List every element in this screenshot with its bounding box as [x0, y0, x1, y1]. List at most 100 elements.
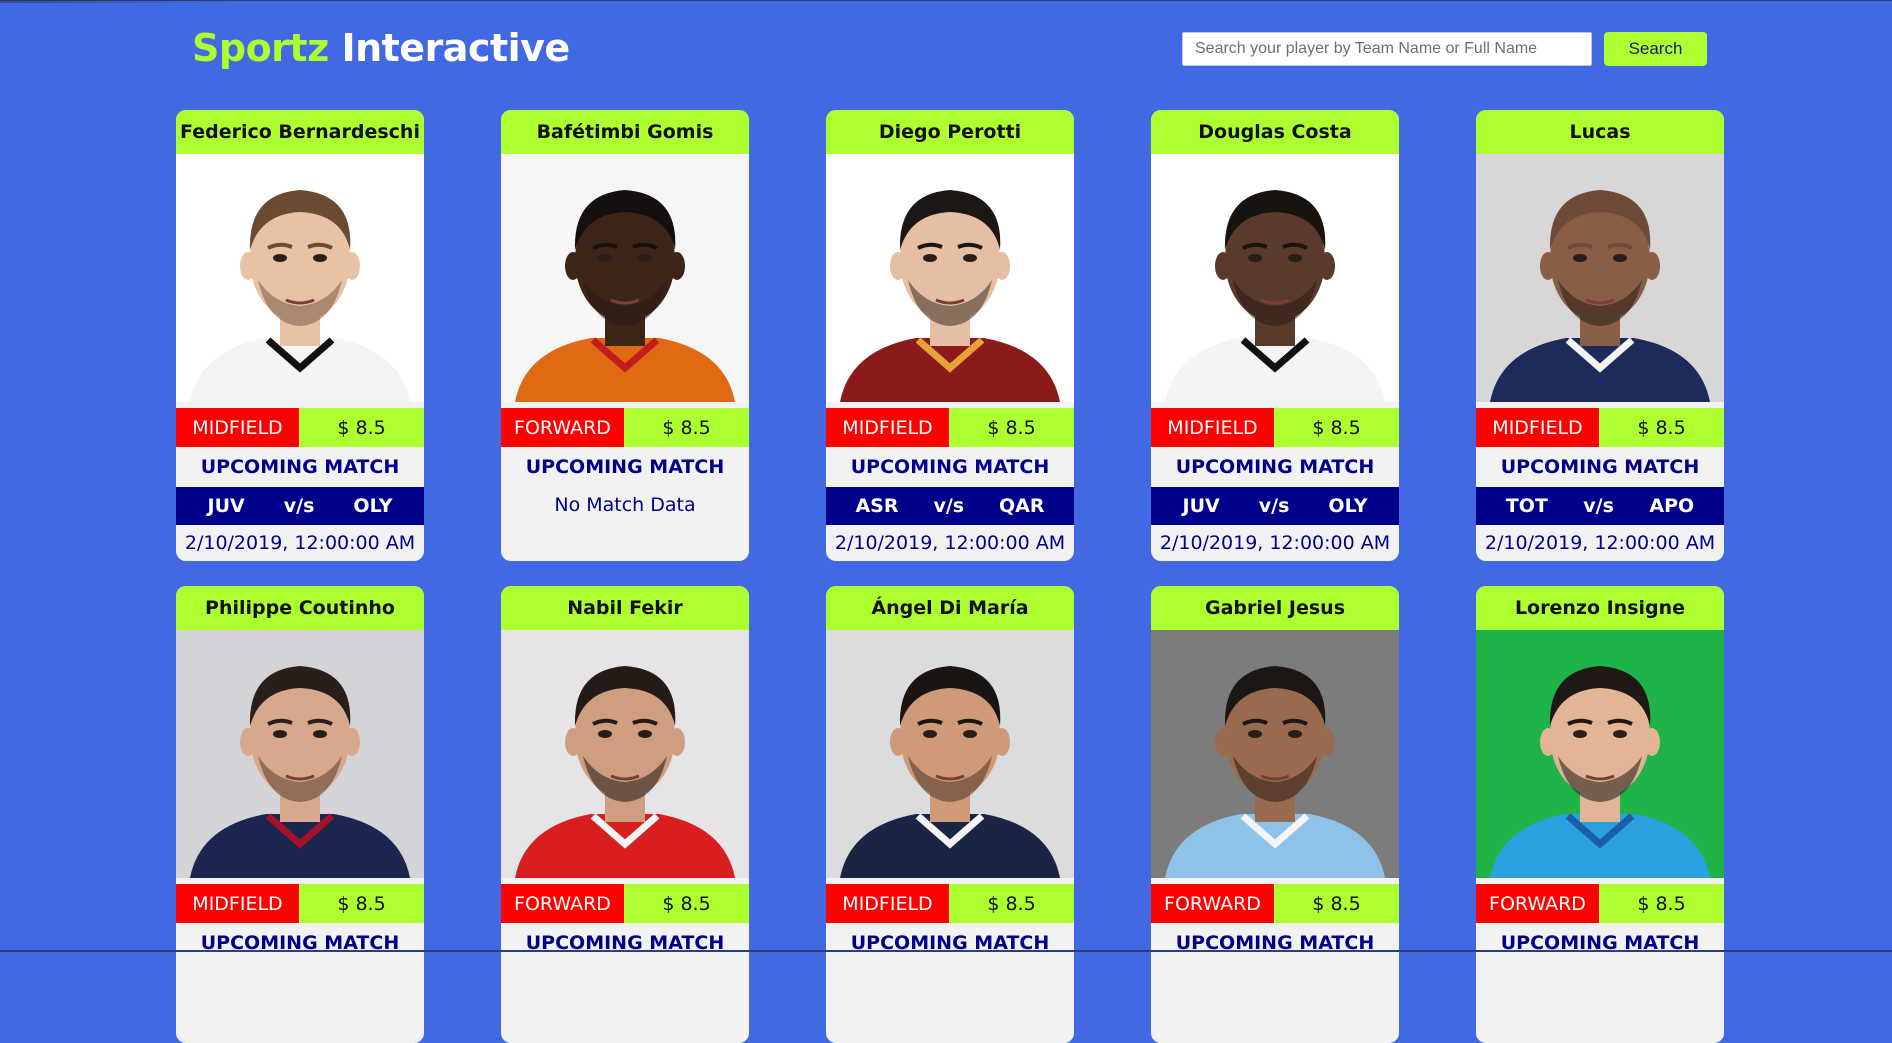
portrait-right-eye — [1288, 730, 1302, 738]
search-input[interactable] — [1182, 32, 1592, 66]
page-header: Sportz Interactive Search — [0, 0, 1892, 100]
price-badge: $ 8.5 — [1599, 884, 1724, 923]
position-badge: FORWARD — [501, 408, 624, 447]
player-photo — [176, 154, 424, 402]
card-bottom-spacer — [501, 963, 749, 1043]
player-stats-row: MIDFIELD $ 8.5 — [1151, 408, 1399, 447]
position-badge: MIDFIELD — [176, 884, 299, 923]
portrait-left-eye — [923, 730, 937, 738]
upcoming-match-label: UPCOMING MATCH — [1500, 932, 1700, 954]
price-badge: $ 8.5 — [624, 884, 749, 923]
upcoming-match-label: UPCOMING MATCH — [850, 456, 1050, 478]
vs-label: v/s — [283, 495, 315, 517]
portrait-left-eye — [1573, 254, 1587, 262]
card-bottom-spacer — [176, 963, 424, 1043]
player-stats-row: FORWARD $ 8.5 — [501, 884, 749, 923]
away-team: OLY — [1328, 495, 1368, 517]
portrait-left-eye — [1573, 730, 1587, 738]
vs-label: v/s — [933, 495, 965, 517]
upcoming-match-label: UPCOMING MATCH — [525, 932, 725, 954]
position-badge: FORWARD — [1151, 884, 1274, 923]
player-name: Lucas — [1476, 110, 1724, 154]
portrait-right-eye — [313, 730, 327, 738]
portrait-left-eye — [598, 730, 612, 738]
vs-label: v/s — [1258, 495, 1290, 517]
away-team: APO — [1649, 495, 1695, 517]
player-stats-row: MIDFIELD $ 8.5 — [1476, 408, 1724, 447]
player-stats-row: MIDFIELD $ 8.5 — [176, 884, 424, 923]
home-team: JUV — [1182, 495, 1220, 517]
player-portrait — [1490, 190, 1710, 402]
player-photo — [501, 630, 749, 878]
player-portrait — [840, 666, 1060, 878]
match-teams-bar: JUV v/s OLY — [1151, 487, 1399, 525]
match-date: 2/10/2019, 12:00:00 AM — [834, 532, 1066, 554]
match-date: 2/10/2019, 12:00:00 AM — [1159, 532, 1391, 554]
position-badge: FORWARD — [1476, 884, 1599, 923]
player-card[interactable]: Douglas Costa MIDFIELD $ 8.5 UPCOMING MATCH… — [1151, 110, 1399, 561]
player-card[interactable]: Federico Bernardeschi MIDFIELD $ 8.5 UPCOMI… — [176, 110, 424, 561]
brand-logo-part1: Sportz — [192, 26, 329, 70]
upcoming-match-label: UPCOMING MATCH — [525, 456, 725, 478]
player-card[interactable]: Gabriel Jesus FORWARD $ 8.5 UPCOMING MATCH — [1151, 586, 1399, 1043]
vs-label: v/s — [1583, 495, 1614, 517]
match-date: 2/10/2019, 12:00:00 AM — [184, 532, 416, 554]
portrait-right-eye — [638, 254, 652, 262]
price-badge: $ 8.5 — [299, 884, 424, 923]
player-portrait — [1165, 190, 1385, 402]
portrait-right-eye — [638, 730, 652, 738]
portrait-left-eye — [273, 254, 287, 262]
price-badge: $ 8.5 — [1274, 884, 1399, 923]
player-photo — [826, 154, 1074, 402]
player-name: Lorenzo Insigne — [1476, 586, 1724, 630]
player-card[interactable]: Philippe Coutinho MIDFIELD $ 8.5 UPCOMING M… — [176, 586, 424, 1043]
portrait-left-eye — [1248, 730, 1262, 738]
player-name: Gabriel Jesus — [1151, 586, 1399, 630]
player-photo — [1151, 154, 1399, 402]
no-match-text: No Match Data — [554, 494, 696, 516]
player-portrait — [840, 190, 1060, 402]
card-bottom-spacer — [1151, 963, 1399, 1043]
player-card[interactable]: Lorenzo Insigne FORWARD $ 8.5 UPCOMING MATC… — [1476, 586, 1724, 1043]
position-badge: MIDFIELD — [1151, 408, 1274, 447]
player-card[interactable]: Diego Perotti MIDFIELD $ 8.5 UPCOMING MATCH… — [826, 110, 1074, 561]
player-portrait — [1165, 666, 1385, 878]
card-bottom-spacer — [1476, 963, 1724, 1043]
player-stats-row: FORWARD $ 8.5 — [501, 408, 749, 447]
home-team: ASR — [855, 495, 899, 517]
home-team: JUV — [207, 495, 245, 517]
player-portrait — [190, 666, 410, 878]
portrait-right-eye — [1613, 254, 1627, 262]
brand-logo[interactable]: Sportz Interactive — [192, 26, 570, 70]
player-name: Ángel Di María — [826, 586, 1074, 630]
player-card[interactable]: Ángel Di María MIDFIELD $ 8.5 UPCOMING MATC… — [826, 586, 1074, 1043]
upcoming-match-label: UPCOMING MATCH — [1175, 932, 1375, 954]
position-badge: MIDFIELD — [176, 408, 299, 447]
player-portrait — [515, 666, 735, 878]
away-team: OLY — [353, 495, 393, 517]
upcoming-match-label: UPCOMING MATCH — [200, 456, 400, 478]
position-badge: MIDFIELD — [826, 884, 949, 923]
player-stats-row: MIDFIELD $ 8.5 — [176, 408, 424, 447]
player-portrait — [1490, 666, 1710, 878]
price-badge: $ 8.5 — [1274, 408, 1399, 447]
portrait-right-eye — [963, 730, 977, 738]
player-portrait — [190, 190, 410, 402]
player-card[interactable]: Nabil Fekir FORWARD $ 8.5 UPCOMING MATCH — [501, 586, 749, 1043]
search-button[interactable]: Search — [1604, 32, 1707, 66]
match-teams-bar: TOT v/s APO — [1476, 487, 1724, 525]
player-photo — [1476, 154, 1724, 402]
upcoming-match-label: UPCOMING MATCH — [1500, 456, 1700, 478]
price-badge: $ 8.5 — [299, 408, 424, 447]
player-photo — [826, 630, 1074, 878]
player-card[interactable]: Bafétimbi Gomis FORWARD $ 8.5 UPCOMING MATC… — [501, 110, 749, 561]
player-photo — [501, 154, 749, 402]
player-stats-row: MIDFIELD $ 8.5 — [826, 408, 1074, 447]
card-bottom-spacer — [501, 523, 749, 561]
away-team: QAR — [999, 495, 1045, 517]
portrait-right-eye — [313, 254, 327, 262]
player-card[interactable]: Lucas MIDFIELD $ 8.5 UPCOMING MATCH TOT v/s AP… — [1476, 110, 1724, 561]
player-name: Nabil Fekir — [501, 586, 749, 630]
portrait-left-eye — [273, 730, 287, 738]
upcoming-match-label: UPCOMING MATCH — [850, 932, 1050, 954]
